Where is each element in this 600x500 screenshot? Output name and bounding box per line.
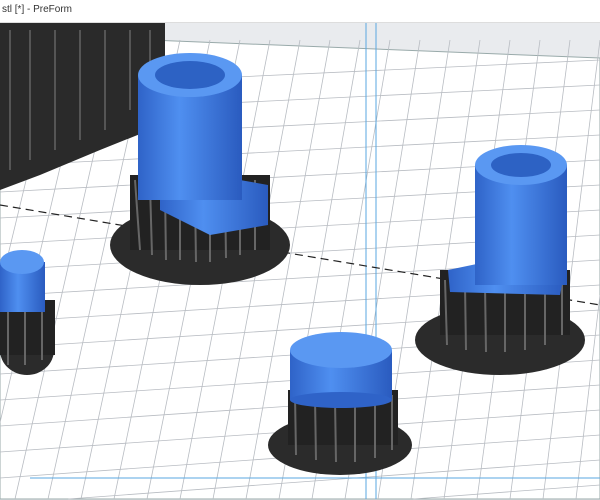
3d-viewport[interactable] [0, 23, 600, 500]
scene [0, 23, 600, 500]
window-title: stl [*] - PreForm [2, 4, 73, 15]
title-bar: stl [*] - PreForm [0, 0, 600, 23]
